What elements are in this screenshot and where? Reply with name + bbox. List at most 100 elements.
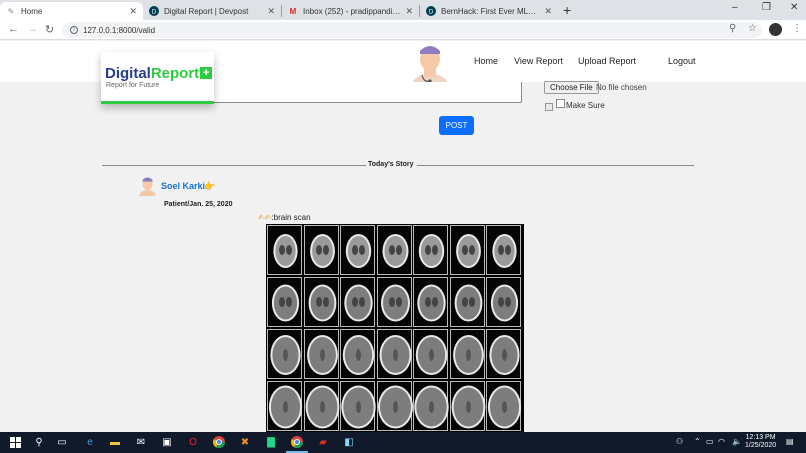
scan-slice [413,225,448,275]
close-icon[interactable]: ✕ [544,6,552,17]
people-icon[interactable]: ⚇ [676,437,683,446]
mail-icon[interactable]: ✉ [134,435,148,449]
scan-slice [413,329,448,379]
plus-icon: + [200,67,213,79]
choose-file-button[interactable]: Choose File [544,81,599,94]
scan-slice [303,329,339,379]
scan-slice [267,277,302,327]
battery-icon[interactable]: ▭ [706,437,714,446]
pycharm-icon[interactable]: ▇ [264,435,278,449]
scan-slice [267,329,302,379]
tab-bernhack[interactable]: D BernHack: First Ever MLH Memb ✕ [420,2,558,20]
wifi-icon[interactable]: ◠ [718,437,725,446]
opera-icon[interactable]: O [186,435,200,449]
tab-label: Home [21,6,43,16]
windows-taskbar: ⚲ ▭ e ▬ ✉ ▣ O ✖ ▇ ▰ ◧ ⚇ ⌃ ▭ ◠ 🔈 12:13 PM… [0,432,806,453]
app-icon[interactable]: ◧ [342,435,356,449]
scan-slice [267,381,303,431]
scan-slice [376,381,413,431]
file-explorer-icon[interactable]: ▬ [108,435,122,449]
scan-slice [376,225,412,275]
tab-home[interactable]: ✎ Home ✕ [0,2,143,20]
writing-hand-icon: ✍✍ [258,213,272,222]
nav-logout[interactable]: Logout [668,56,696,66]
tab-label: Inbox (252) - pradippandit026@g [303,6,401,16]
store-icon[interactable]: ▣ [160,435,174,449]
divider-right [417,165,694,166]
brain-scan-image [266,224,524,432]
tab-gmail[interactable]: M Inbox (252) - pradippandit026@g ✕ [282,2,419,20]
close-icon[interactable]: ✕ [267,6,275,17]
notification-icon[interactable]: ▤ [786,437,794,446]
profile-avatar[interactable] [769,23,782,36]
windows-start-icon[interactable] [8,435,22,449]
powerpoint-icon[interactable]: ▰ [316,435,330,449]
task-view-icon[interactable]: ▭ [55,435,69,449]
story-author[interactable]: Soel Karki [161,181,205,191]
minimize-button[interactable]: – [732,2,738,13]
scan-slice [449,329,485,379]
scan-slice [303,381,339,431]
scan-slice [340,225,375,275]
broken-image-icon [545,103,553,111]
edge-icon[interactable]: e [83,435,97,449]
url-text: 127.0.0.1:8000/valid [83,25,156,35]
post-button[interactable]: POST [439,116,474,135]
nav-home[interactable]: Home [474,56,498,66]
svg-text:D: D [429,10,434,16]
chrome-active-icon[interactable] [290,435,304,449]
user-avatar [139,177,156,196]
scan-slice [413,381,449,431]
forward-icon[interactable]: → [27,23,38,35]
doctor-avatar [413,46,447,86]
new-tab-button[interactable]: + [563,2,571,18]
close-icon[interactable]: ✕ [405,6,413,17]
nav-view-report[interactable]: View Report [514,56,563,66]
close-window-button[interactable]: ✕ [790,2,798,13]
scan-slice [376,329,412,379]
tab-label: Digital Report | Devpost [164,6,249,16]
close-icon[interactable]: ✕ [129,6,137,17]
tab-label: BernHack: First Ever MLH Memb [441,6,540,16]
nav-upload-report[interactable]: Upload Report [578,56,636,66]
volume-icon[interactable]: 🔈 [732,437,742,446]
maximize-button[interactable]: ❐ [762,2,771,13]
devpost-icon: D [149,6,159,16]
address-bar[interactable]: i 127.0.0.1:8000/valid [62,22,762,38]
scan-slice [340,329,375,379]
star-icon[interactable]: ☆ [748,23,757,34]
chevron-up-icon[interactable]: ⌃ [694,437,701,446]
gmail-icon: M [289,6,297,16]
scan-slice [376,277,412,327]
scan-slice [303,225,339,275]
xampp-icon[interactable]: ✖ [238,435,252,449]
system-clock[interactable]: 12:13 PM 1/25/2020 [745,434,776,450]
scan-slice [449,277,485,327]
back-icon[interactable]: ← [8,23,19,35]
scan-slice [340,381,376,431]
reload-icon[interactable]: ↻ [45,23,54,36]
make-sure-label: Make Sure [566,101,605,110]
scan-slice [413,277,448,327]
zoom-icon[interactable]: ⚲ [729,23,736,34]
scan-slice [303,277,339,327]
make-sure-checkbox[interactable] [556,99,565,108]
scan-slice [486,329,521,379]
search-icon[interactable]: ⚲ [32,435,46,449]
pointing-hand-icon: 👉 [204,181,216,191]
story-meta: Patient/Jan. 25, 2020 [164,201,233,208]
story-textarea[interactable] [210,82,522,103]
logo-tagline: Report for Future [106,82,160,89]
devpost-icon: D [426,6,436,16]
logo[interactable]: DigitalReport + Report for Future [101,52,214,104]
feather-icon: ✎ [7,6,15,16]
todays-story-heading: Today's Story [366,161,416,168]
scan-slice [486,381,522,431]
chrome-icon[interactable] [212,435,226,449]
svg-text:D: D [152,10,157,16]
scan-slice [449,381,485,431]
info-icon[interactable]: i [70,26,78,34]
menu-icon[interactable]: ⋮ [792,23,802,34]
tab-devpost[interactable]: D Digital Report | Devpost ✕ [143,2,281,20]
divider-left [102,165,366,166]
